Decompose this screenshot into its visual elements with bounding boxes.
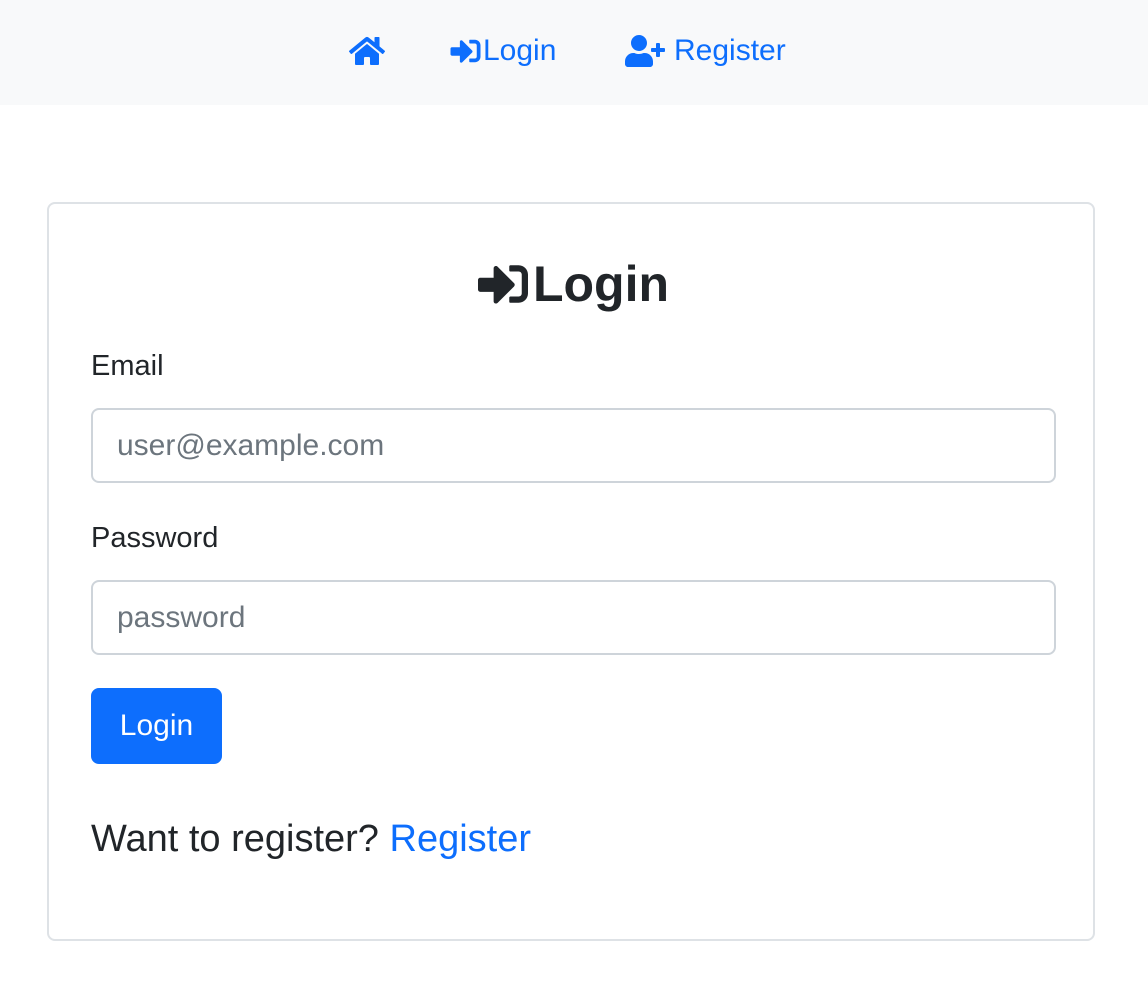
register-link[interactable]: Register xyxy=(390,818,532,860)
nav-login-label: Login xyxy=(483,34,557,67)
password-label: Password xyxy=(91,522,219,554)
password-field[interactable] xyxy=(91,580,1056,655)
nav-login-link[interactable]: Login xyxy=(448,30,556,72)
register-prompt-line: Want to register? Register xyxy=(91,818,531,861)
sign-in-icon xyxy=(473,259,533,309)
nav-home-link[interactable] xyxy=(348,30,386,72)
login-button[interactable]: Login xyxy=(91,688,222,764)
nav-register-label: Register xyxy=(674,34,786,67)
login-title-text: Login xyxy=(532,256,670,312)
register-prompt-text: Want to register? xyxy=(91,818,379,860)
login-card: Login Email Password Login Want to regis… xyxy=(47,202,1095,941)
sign-in-icon xyxy=(448,36,483,66)
nav-register-link[interactable]: Register xyxy=(624,30,786,72)
email-label: Email xyxy=(91,350,164,382)
home-icon xyxy=(348,35,386,67)
user-plus-icon xyxy=(624,35,666,67)
login-title: Login xyxy=(49,254,1093,314)
email-field[interactable] xyxy=(91,408,1056,483)
top-navbar: Login Register xyxy=(0,0,1148,105)
